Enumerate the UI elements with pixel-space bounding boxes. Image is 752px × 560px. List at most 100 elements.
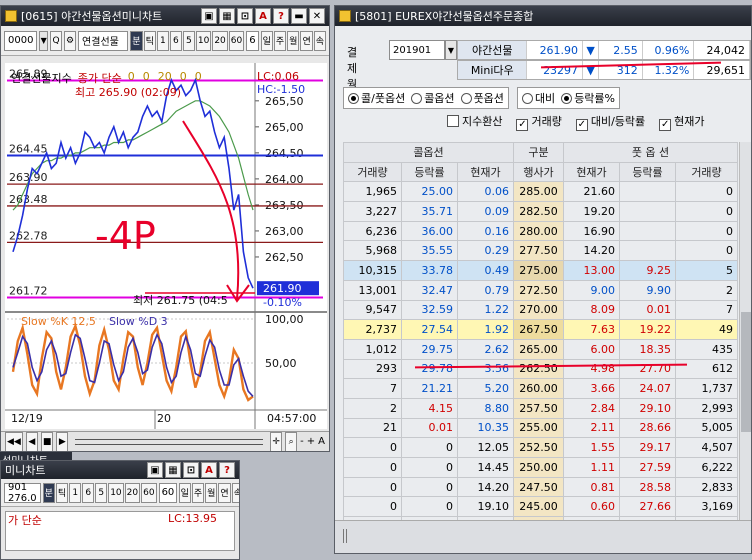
option-cell[interactable]: 282.50 — [513, 201, 564, 222]
option-cell[interactable] — [619, 240, 676, 262]
option-cell[interactable]: 21.60 — [563, 181, 620, 203]
option-cell[interactable]: 245.00 — [513, 496, 564, 518]
option-cell[interactable]: 0.01 — [619, 299, 676, 321]
minimize-icon[interactable]: ▬ — [291, 8, 307, 24]
option-row[interactable]: 5,968 35.55 0.29 277.50 14.20 0 — [343, 240, 738, 262]
option-cell[interactable]: 8.80 — [457, 397, 514, 419]
option-cell[interactable]: 3.66 — [563, 378, 620, 399]
option-cell[interactable]: 265.00 — [513, 338, 564, 360]
option-cell[interactable]: 1,737 — [675, 378, 738, 399]
option-cell[interactable]: 277.50 — [513, 240, 564, 262]
option-cell[interactable]: 36.00 — [401, 220, 458, 242]
option-cell[interactable]: 272.50 — [513, 279, 564, 301]
option-cell[interactable]: 27.54 — [401, 319, 458, 340]
option-cell[interactable]: 7 — [343, 378, 402, 399]
option-cell[interactable]: 0.81 — [563, 476, 620, 498]
mini-symbol-field[interactable]: 901 276.0 — [4, 482, 41, 504]
board-scrollbar[interactable] — [739, 142, 751, 520]
option-row[interactable]: 1,965 25.00 0.06 285.00 21.60 0 — [343, 181, 738, 203]
range-button-4[interactable]: 속 — [313, 30, 326, 51]
lock-icon[interactable]: ⊡ — [237, 8, 253, 24]
option-cell[interactable]: 2,993 — [675, 397, 738, 419]
option-row[interactable]: 0 0 14.45 250.00 1.11 27.59 6,222 — [343, 457, 738, 478]
symbol-dropdown-icon[interactable]: ▼ — [39, 30, 49, 51]
auto-scale-button[interactable]: A — [318, 436, 325, 447]
option-cell[interactable]: 0 — [343, 437, 402, 458]
period-button-0[interactable]: 분 — [130, 30, 143, 51]
option-cell[interactable]: 250.00 — [513, 457, 564, 478]
scroll-thumb[interactable] — [741, 312, 751, 432]
link-icon[interactable]: ▣ — [147, 462, 163, 478]
option-cell[interactable]: 6.00 — [563, 338, 620, 360]
column-header[interactable]: 행사가 — [513, 161, 564, 183]
option-cell[interactable]: 10,315 — [343, 260, 402, 281]
radio-icon[interactable] — [411, 93, 423, 104]
option-cell[interactable]: 0.29 — [457, 240, 514, 262]
option-cell[interactable]: 4.98 — [563, 358, 620, 380]
step-back-icon[interactable]: ◀ — [25, 431, 38, 451]
option-cell[interactable]: 257.50 — [513, 397, 564, 419]
period-button-7[interactable]: 60 — [228, 30, 245, 51]
option-cell[interactable]: 293 — [343, 358, 402, 380]
change-type-radio[interactable]: 등락률% — [561, 90, 615, 106]
mini-period-button-7[interactable]: 60 — [141, 482, 157, 503]
symbol-code-field[interactable]: 0000 — [4, 30, 38, 51]
option-cell[interactable]: 7 — [675, 299, 738, 321]
option-cell[interactable]: 9,547 — [343, 299, 402, 321]
option-cell[interactable]: 6,222 — [675, 457, 738, 478]
option-cell[interactable]: 247.50 — [513, 476, 564, 498]
column-checkbox[interactable]: ✓ 현재가 — [659, 113, 705, 131]
radio-icon[interactable] — [561, 93, 573, 104]
option-cell[interactable]: 612 — [675, 358, 738, 380]
option-row[interactable]: 3,227 35.71 0.09 282.50 19.20 0 — [343, 201, 738, 222]
option-cell[interactable]: 29.10 — [619, 397, 676, 419]
option-cell[interactable]: 19.20 — [563, 201, 620, 222]
help-icon[interactable]: ? — [219, 462, 235, 478]
option-cell[interactable]: 13,001 — [343, 279, 402, 301]
option-row[interactable]: 10,315 33.78 0.49 275.00 13.00 9.25 5 — [343, 260, 738, 281]
option-cell[interactable]: 6,236 — [343, 220, 402, 242]
option-cell[interactable]: 19.10 — [457, 496, 514, 518]
price-chart[interactable]: 265,50265,00264,50264,00263,50263,00262,… — [5, 63, 327, 429]
option-cell[interactable]: 27.66 — [619, 496, 676, 518]
option-cell[interactable]: 2 — [675, 279, 738, 301]
stop-icon[interactable]: ■ — [40, 431, 54, 451]
option-cell[interactable]: 2.62 — [457, 338, 514, 360]
option-cell[interactable]: 2.84 — [563, 397, 620, 419]
option-cell[interactable]: 32.47 — [401, 279, 458, 301]
option-cell[interactable]: 3.56 — [457, 358, 514, 380]
grid-icon[interactable]: ▦ — [165, 462, 181, 478]
option-cell[interactable]: 21 — [343, 417, 402, 439]
settle-dropdown-icon[interactable]: ▼ — [445, 40, 457, 60]
help-icon[interactable]: ? — [273, 8, 289, 24]
option-cell[interactable]: 0 — [401, 476, 458, 498]
option-cell[interactable]: 35.71 — [401, 201, 458, 222]
option-cell[interactable]: 14.45 — [457, 457, 514, 478]
option-cell[interactable]: 255.00 — [513, 417, 564, 439]
option-cell[interactable]: 4,507 — [675, 437, 738, 458]
checkbox-icon[interactable]: ✓ — [516, 119, 529, 131]
option-cell[interactable]: 8.09 — [563, 299, 620, 321]
option-cell[interactable]: 27.59 — [619, 457, 676, 478]
option-type-radio[interactable]: 콜옵션 — [411, 90, 455, 106]
option-cell[interactable]: 275.00 — [513, 260, 564, 281]
mini-chart-area[interactable]: 가 단순 LC:13.95 — [5, 511, 235, 551]
option-cell[interactable]: 1.55 — [563, 437, 620, 458]
option-type-radio[interactable]: 콜/풋옵션 — [348, 90, 405, 106]
option-row[interactable]: 0 0 12.05 252.50 1.55 29.17 4,507 — [343, 437, 738, 458]
close-icon[interactable]: ✕ — [309, 8, 325, 24]
mini-period-button-5[interactable]: 10 — [108, 482, 124, 503]
option-cell[interactable]: 10.35 — [457, 417, 514, 439]
checkbox-icon[interactable] — [447, 115, 459, 127]
option-cell[interactable]: 1.22 — [457, 299, 514, 321]
zoom-out-button[interactable]: - — [300, 436, 304, 447]
option-cell[interactable]: 285.00 — [513, 181, 564, 203]
font-icon[interactable]: A — [255, 8, 271, 24]
option-row[interactable]: 293 29.78 3.56 262.50 4.98 27.70 612 — [343, 358, 738, 380]
option-cell[interactable]: 0.16 — [457, 220, 514, 242]
column-header[interactable]: 현재가 — [563, 161, 620, 183]
option-cell[interactable]: 0 — [343, 457, 402, 478]
period-count-field[interactable]: 6 — [246, 30, 259, 51]
option-cell[interactable]: 4.15 — [401, 397, 458, 419]
search-icon[interactable]: Q — [50, 30, 63, 51]
